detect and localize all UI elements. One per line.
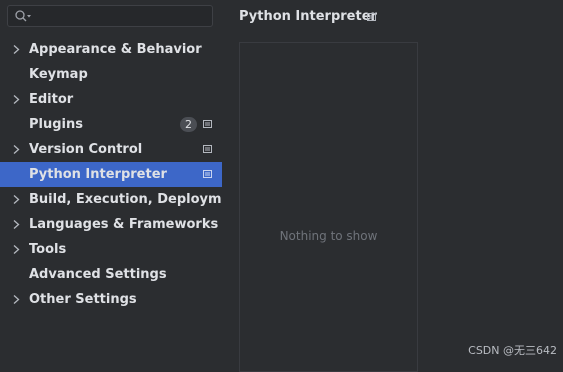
project-scope-icon [203, 120, 212, 128]
sidebar-item-other-settings[interactable]: Other Settings [0, 287, 222, 312]
sidebar-item-label: Python Interpreter [29, 167, 167, 182]
sidebar-item-advanced-settings[interactable]: Advanced Settings [0, 262, 222, 287]
sidebar-item-label: Editor [29, 92, 74, 107]
search-icon[interactable] [14, 9, 32, 23]
chevron-right-icon[interactable] [13, 245, 20, 254]
sidebar-item-appearance-behavior[interactable]: Appearance & Behavior [0, 37, 222, 62]
sidebar-item-label: Version Control [29, 142, 143, 157]
sidebar-item-tools[interactable]: Tools [0, 237, 222, 262]
project-scope-icon [367, 13, 376, 21]
sidebar-item-label: Keymap [29, 67, 88, 82]
sidebar-item-version-control[interactable]: Version Control [0, 137, 222, 162]
sidebar-item-plugins[interactable]: Plugins 2 [0, 112, 222, 137]
update-count-badge: 2 [180, 117, 197, 132]
sidebar-item-label: Build, Execution, Deployment [29, 192, 246, 207]
sidebar-item-label: Languages & Frameworks [29, 217, 219, 232]
sidebar-item-label: Appearance & Behavior [29, 42, 202, 57]
settings-tree: Appearance & Behavior Keymap Editor Plug… [0, 37, 246, 312]
interpreter-list-panel[interactable]: Nothing to show [239, 42, 418, 372]
project-scope-icon [203, 145, 212, 153]
chevron-right-icon[interactable] [13, 195, 20, 204]
sidebar-item-label: Advanced Settings [29, 267, 167, 282]
chevron-right-icon[interactable] [13, 145, 20, 154]
chevron-right-icon[interactable] [13, 45, 20, 54]
empty-state-text: Nothing to show [279, 229, 378, 243]
project-scope-icon [203, 170, 212, 178]
chevron-right-icon[interactable] [13, 220, 20, 229]
sidebar-item-python-interpreter[interactable]: Python Interpreter [0, 162, 222, 187]
chevron-right-icon[interactable] [13, 295, 20, 304]
sidebar-item-editor[interactable]: Editor [0, 87, 222, 112]
sidebar-item-languages-frameworks[interactable]: Languages & Frameworks [0, 212, 222, 237]
sidebar-item-label: Other Settings [29, 292, 137, 307]
watermark: CSDN @无三642 [468, 344, 557, 357]
sidebar-item-keymap[interactable]: Keymap [0, 62, 222, 87]
settings-sidebar: Appearance & Behavior Keymap Editor Plug… [0, 0, 246, 363]
page-title: Python Interpreter [239, 9, 377, 24]
sidebar-item-label: Plugins [29, 117, 83, 132]
sidebar-item-label: Tools [29, 242, 67, 257]
settings-search-input[interactable] [7, 5, 213, 27]
sidebar-item-build-execution-deployment[interactable]: Build, Execution, Deployment [0, 187, 246, 212]
chevron-right-icon[interactable] [13, 95, 20, 104]
settings-content: Python Interpreter Nothing to show [222, 0, 563, 372]
